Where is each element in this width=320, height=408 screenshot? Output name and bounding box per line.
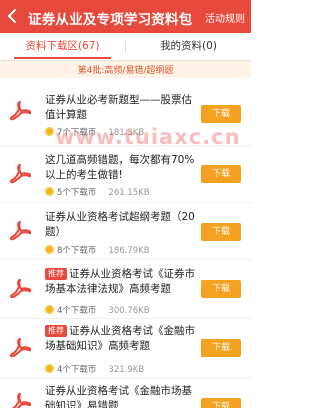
- item-meta: 8个下载币 186.79KB: [45, 244, 150, 256]
- file-size: 186.79KB: [108, 246, 150, 256]
- list-item[interactable]: 证券从业资格考试《金融市场基础知识》易错题 下载: [0, 378, 251, 408]
- item-title: 证券从业必考新题型——股票估值计算题: [45, 94, 192, 121]
- download-cost: 8个下载币: [57, 246, 97, 256]
- batch-banner: 第4批:高频/易错/超纲题: [0, 61, 251, 78]
- recommend-badge: 推荐: [45, 268, 67, 280]
- list-item[interactable]: 证券从业必考新题型——股票估值计算题 7个下载币 181.3KB 下载: [0, 79, 251, 146]
- active-tab-indicator: [14, 57, 111, 59]
- item-title: 这几道高频错题，每次都有70%以上的考生做错!: [45, 154, 195, 181]
- item-title-text: 证券从业资格考试《金融市场基础知识》高频考题: [45, 325, 195, 352]
- download-cost: 5个下载币: [57, 188, 97, 198]
- activity-rules-link[interactable]: 活动规则: [205, 10, 245, 25]
- list-item[interactable]: 这几道高频错题，每次都有70%以上的考生做错! 5个下载币 261.15KB 下载: [0, 146, 251, 203]
- list-item[interactable]: 证券从业资格考试超纲考题（20题） 8个下载币 186.79KB 下载: [0, 203, 251, 260]
- download-cost: 4个下载币: [57, 306, 97, 316]
- file-size: 261.15KB: [108, 188, 150, 198]
- file-size: 300.76KB: [108, 306, 150, 316]
- item-meta: 4个下载币 300.76KB: [45, 304, 150, 316]
- download-button[interactable]: 下载: [201, 105, 241, 123]
- file-size: 321.9KB: [108, 365, 145, 375]
- item-title: 推荐 证券从业资格考试《证券市场基本法律法规》高频考题: [45, 267, 195, 297]
- tab-bar: 资料下载区(67) 我的资料(0): [0, 33, 251, 61]
- list-item[interactable]: 推荐 证券从业资格考试《金融市场基础知识》高频考题 4个下载币 321.9KB 下载: [0, 319, 251, 378]
- item-title: 证券从业资格考试《金融市场基础知识》易错题: [45, 385, 192, 408]
- download-cost: 7个下载币: [57, 128, 97, 138]
- download-button[interactable]: 下载: [201, 398, 241, 408]
- pdf-file-icon: [9, 338, 31, 358]
- item-title: 推荐 证券从业资格考试《金融市场基础知识》高频考题: [45, 324, 195, 354]
- pdf-file-icon: [9, 164, 31, 184]
- pdf-file-icon: [9, 101, 31, 121]
- batch-banner-text: 第4批:高频/易错/超纲题: [77, 66, 174, 76]
- file-size: 181.3KB: [108, 128, 145, 138]
- tab-my-materials[interactable]: 我的资料(0): [126, 33, 251, 60]
- coin-icon: [45, 364, 54, 373]
- download-button[interactable]: 下载: [201, 339, 241, 357]
- coin-icon: [45, 305, 54, 314]
- download-button[interactable]: 下载: [201, 280, 241, 298]
- item-meta: 4个下载币 321.9KB: [45, 363, 144, 375]
- pdf-file-icon: [9, 279, 31, 299]
- pdf-file-icon: [9, 221, 31, 241]
- page-title: 证券从业及专项学习资料包: [28, 12, 193, 28]
- item-meta: 7个下载币 181.3KB: [45, 126, 144, 138]
- coin-icon: [45, 245, 54, 254]
- item-title: 证券从业资格考试超纲考题（20题）: [45, 211, 195, 238]
- item-meta: 5个下载币 261.15KB: [45, 186, 150, 198]
- list-item[interactable]: 推荐 证券从业资格考试《证券市场基本法律法规》高频考题 4个下载币 300.76KB…: [0, 260, 251, 319]
- app-header: 证券从业及专项学习资料包 活动规则: [0, 0, 251, 33]
- pdf-file-icon: [11, 393, 31, 408]
- download-button[interactable]: 下载: [201, 223, 241, 241]
- recommend-badge: 推荐: [45, 325, 67, 337]
- item-title-text: 证券从业资格考试《证券市场基本法律法规》高频考题: [45, 268, 195, 295]
- download-button[interactable]: 下载: [201, 165, 241, 183]
- coin-icon: [45, 127, 54, 136]
- back-arrow-icon[interactable]: [4, 7, 22, 25]
- download-cost: 4个下载币: [57, 365, 97, 375]
- coin-icon: [45, 187, 54, 196]
- tab-download-area[interactable]: 资料下载区(67): [0, 33, 125, 60]
